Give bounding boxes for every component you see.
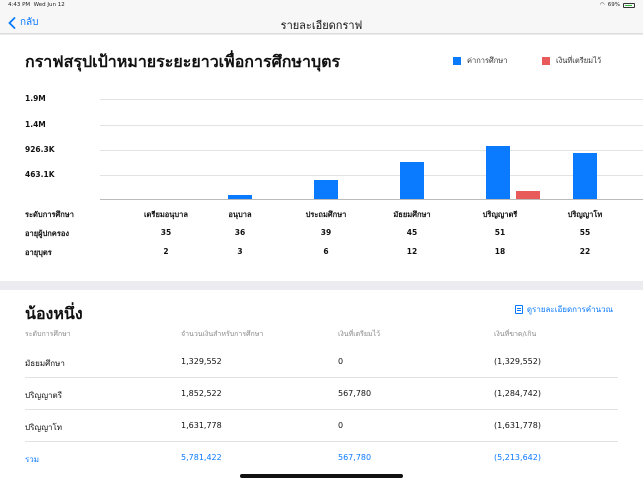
cell-amount: 1,852,522 — [181, 389, 222, 398]
child-age-cell: 6 — [323, 247, 329, 256]
x-tick-label: ประถมศึกษา — [305, 210, 347, 219]
total-label: รวม — [25, 455, 40, 464]
row-label-level: ระดับการศึกษา — [25, 210, 74, 219]
status-right: ◠ 69% — [600, 2, 635, 8]
parent-age-cell: 51 — [494, 228, 506, 237]
child-detail-card: น้องหนึ่ง ดูรายละเอียดการคำนวณ ระดับการศ… — [0, 290, 643, 482]
home-indicator — [240, 474, 403, 478]
bar-tuition — [400, 161, 424, 199]
legend-swatch-red — [542, 57, 550, 65]
bar-tuition — [228, 195, 252, 199]
col-header-gap: เงินที่ขาด/เกิน — [494, 330, 537, 338]
table-row: มัธยมศึกษา 1,329,552 0 (1,329,552) — [25, 346, 618, 378]
child-age-cell: 3 — [237, 247, 243, 256]
x-tick-label: ปริญญาตรี — [482, 210, 518, 219]
legend-item-tuition: ค่าการศึกษา — [453, 55, 507, 67]
x-tick-label: เตรียมอนุบาล — [143, 210, 188, 219]
view-calculation-label: ดูรายละเอียดการคำนวณ — [526, 305, 613, 314]
document-icon — [514, 305, 523, 314]
gridline — [100, 99, 643, 100]
cell-amount: 1,631,778 — [181, 421, 222, 430]
parent-age-cell: 55 — [579, 228, 591, 237]
status-time-date: 4:43 PM Wed Jun 12 — [8, 2, 65, 8]
child-name: น้องหนึ่ง — [25, 304, 83, 323]
bar-tuition — [573, 152, 597, 199]
child-age-cell: 2 — [163, 247, 169, 256]
col-header-amount: จำนวนเงินสำหรับการศึกษา — [181, 330, 264, 338]
parent-age-cell: 39 — [320, 228, 332, 237]
parent-age-cell: 45 — [406, 228, 418, 237]
table-row: ปริญญาโท 1,631,778 0 (1,631,778) — [25, 410, 618, 442]
battery-icon — [623, 2, 635, 8]
table-total-row: รวม 5,781,422 567,780 (5,213,642) — [25, 442, 618, 474]
legend-label-saved: เงินที่เตรียมไว้ — [556, 56, 602, 65]
cell-level: ปริญญาโท — [25, 423, 63, 432]
col-header-saved: เงินที่เตรียมไว้ — [338, 330, 381, 338]
y-tick-label: 926.3K — [25, 145, 55, 155]
x-axis-baseline — [100, 199, 643, 200]
y-tick-label: 1.9M — [25, 94, 46, 103]
y-tick-label: 1.4M — [25, 120, 46, 130]
parent-age-cell: 36 — [234, 228, 246, 237]
child-age-cell: 12 — [406, 247, 418, 256]
total-gap: (5,213,642) — [494, 453, 541, 462]
wifi-icon: ◠ — [599, 2, 605, 8]
gridline — [100, 150, 643, 152]
battery-percent: 69% — [607, 2, 620, 8]
bar-saved — [516, 190, 540, 199]
col-header-level: ระดับการศึกษา — [25, 330, 71, 338]
x-tick-label: มัธยมศึกษา — [393, 210, 431, 219]
legend-swatch-blue — [453, 57, 461, 65]
gridline — [100, 174, 643, 176]
cell-gap: (1,329,552) — [494, 357, 541, 366]
total-amount: 5,781,422 — [181, 453, 222, 462]
chart-card: กราฟสรุปเป้าหมายระยะยาวเพื่อการศึกษาบุตร… — [0, 35, 643, 281]
chart-title: กราฟสรุปเป้าหมายระยะยาวเพื่อการศึกษาบุตร — [25, 52, 341, 71]
bar-tuition — [486, 145, 510, 199]
legend-item-saved: เงินที่เตรียมไว้ — [542, 55, 601, 67]
table-row: ปริญญาตรี 1,852,522 567,780 (1,284,742) — [25, 378, 618, 410]
status-bar: 4:43 PM Wed Jun 12 ◠ 69% — [0, 0, 643, 12]
cell-level: ปริญญาตรี — [25, 391, 62, 400]
y-tick-label: 463.1K — [25, 169, 55, 179]
row-label-child-age: อายุบุตร — [25, 248, 52, 257]
row-label-parent-age: อายุผู้ปกครอง — [25, 229, 70, 238]
cell-saved: 0 — [338, 421, 344, 430]
cell-level: มัธยมศึกษา — [25, 359, 65, 368]
child-age-cell: 18 — [494, 247, 506, 256]
cell-gap: (1,631,778) — [494, 421, 541, 430]
parent-age-cell: 35 — [160, 228, 172, 237]
x-tick-label: อนุบาล — [228, 210, 252, 219]
page-title: รายละเอียดกราฟ — [280, 19, 363, 32]
child-age-cell: 22 — [579, 247, 591, 256]
x-tick-label: ปริญญาโท — [567, 210, 603, 219]
cell-amount: 1,329,552 — [181, 357, 222, 366]
cell-saved: 0 — [338, 357, 344, 366]
navigation-bar: กลับ รายละเอียดกราฟ — [0, 12, 643, 34]
legend-label-tuition: ค่าการศึกษา — [467, 56, 508, 65]
view-calculation-link[interactable]: ดูรายละเอียดการคำนวณ — [514, 303, 613, 316]
total-saved: 567,780 — [338, 453, 372, 462]
bar-tuition — [314, 179, 338, 199]
cell-gap: (1,284,742) — [494, 389, 541, 398]
gridline — [100, 125, 643, 127]
cell-saved: 567,780 — [338, 389, 372, 398]
